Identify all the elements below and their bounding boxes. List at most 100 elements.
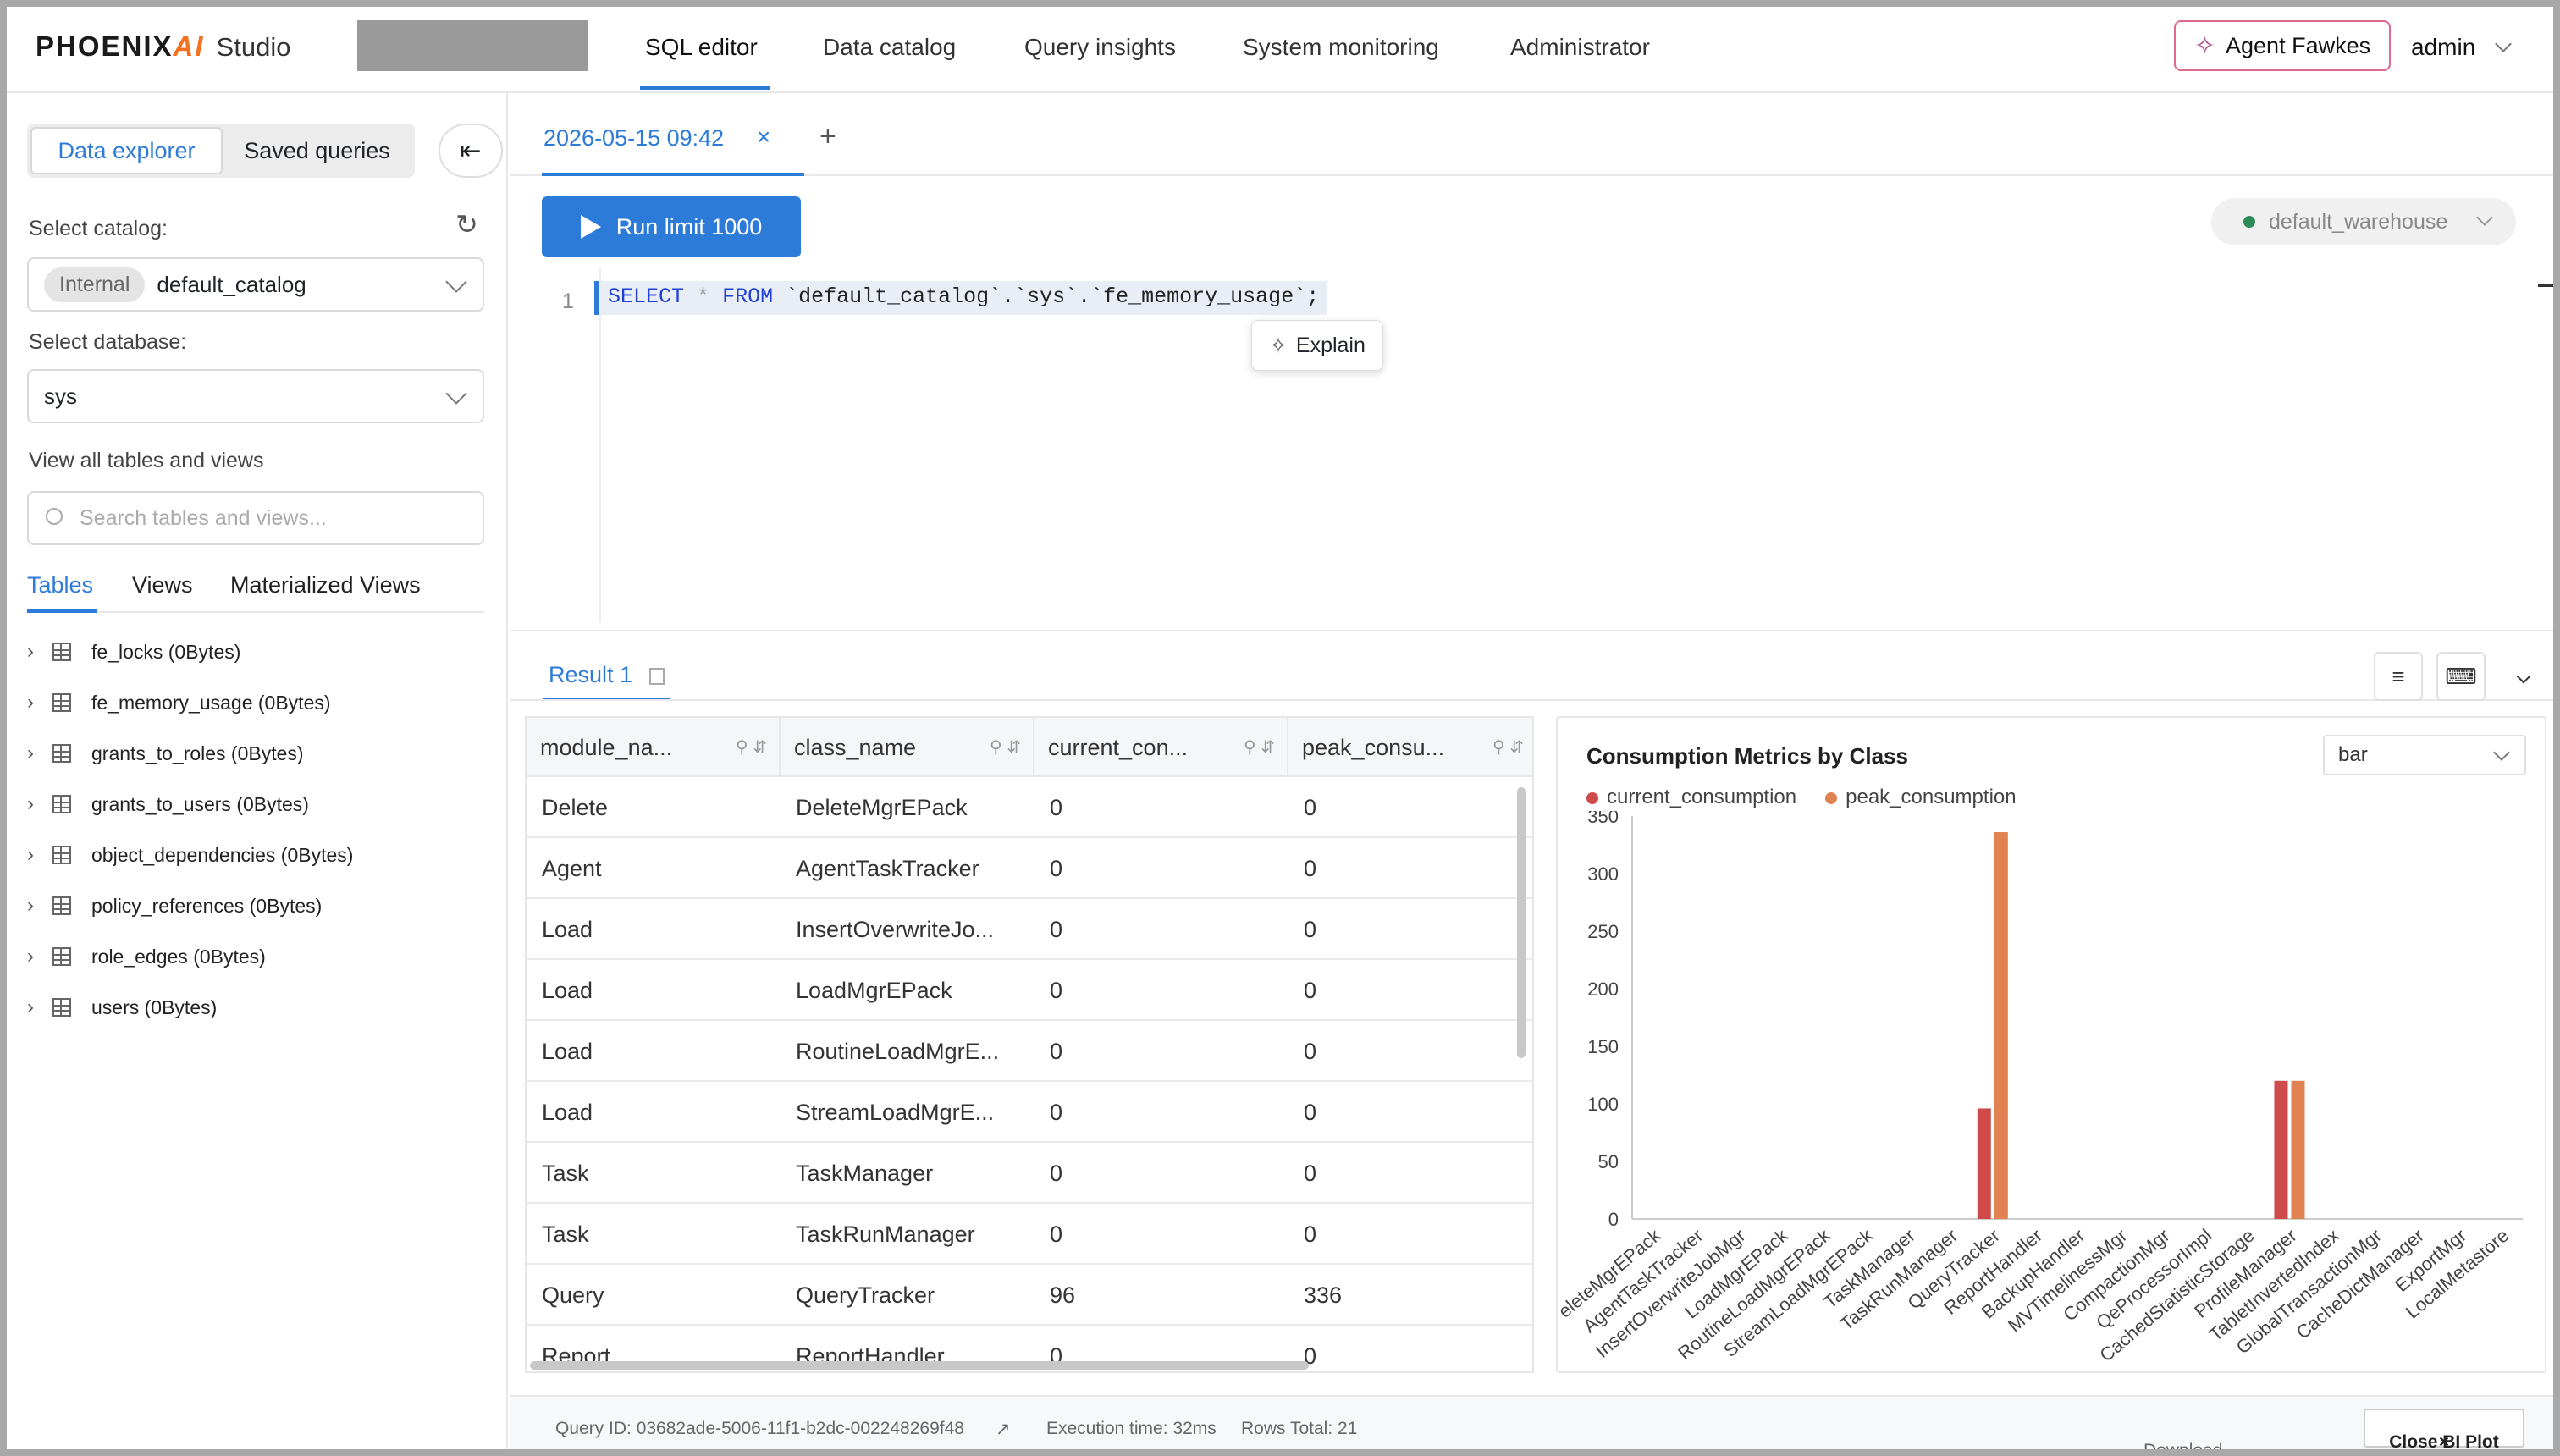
- expand-button[interactable]: [2499, 652, 2548, 701]
- tree-item[interactable]: › object_dependencies (0Bytes): [27, 830, 484, 880]
- legend-item[interactable]: peak_consumption: [1825, 786, 2017, 809]
- run-button[interactable]: Run limit 1000: [542, 196, 801, 257]
- horizontal-scrollbar[interactable]: [530, 1361, 1309, 1370]
- chevron-right-icon[interactable]: ›: [27, 640, 52, 664]
- result-tab[interactable]: Result 1: [549, 662, 665, 688]
- table-cell: 0: [1304, 1039, 1317, 1064]
- table-cell: 96: [1050, 1282, 1076, 1308]
- tree-item[interactable]: › fe_memory_usage (0Bytes): [27, 677, 484, 728]
- editor-divider[interactable]: [510, 630, 2553, 631]
- table-cell: LoadMgrEPack: [796, 978, 952, 1003]
- nav-data-catalog[interactable]: Data catalog: [823, 34, 956, 61]
- table-row[interactable]: Query QueryTracker 96 336: [527, 1265, 1532, 1326]
- chevron-right-icon[interactable]: ›: [27, 742, 52, 765]
- table-row[interactable]: Load StreamLoadMgrE... 0 0: [527, 1082, 1532, 1143]
- sidebar: Data explorer Saved queries ⇤ Select cat…: [7, 93, 508, 1449]
- table-cell: InsertOverwriteJo...: [796, 917, 995, 942]
- explain-button[interactable]: ✧ Explain: [1251, 320, 1383, 371]
- column-header[interactable]: module_na... ⚲ ⇵: [527, 718, 781, 777]
- tree-item[interactable]: › role_edges (0Bytes): [27, 931, 484, 982]
- table-cell: 0: [1050, 1222, 1063, 1247]
- legend-item[interactable]: current_consumption: [1586, 786, 1796, 809]
- table-cell: 0: [1050, 978, 1063, 1003]
- table-cell: Task: [542, 1161, 589, 1186]
- view-all-tables-link[interactable]: View all tables and views: [29, 449, 263, 473]
- nav-administrator[interactable]: Administrator: [1510, 34, 1650, 61]
- tab-views[interactable]: Views: [132, 572, 193, 598]
- chevron-right-icon[interactable]: ›: [27, 843, 52, 867]
- table-icon: [52, 846, 71, 864]
- table-cell: AgentTaskTracker: [796, 856, 979, 881]
- table-row[interactable]: Delete DeleteMgrEPack 0 0: [527, 777, 1532, 838]
- execution-time: Execution time: 32ms: [1046, 1419, 1217, 1438]
- close-bi-plot-button[interactable]: × Close BI Plot: [2364, 1409, 2524, 1449]
- bar[interactable]: [1977, 1108, 1991, 1219]
- external-link-icon[interactable]: ↗: [996, 1419, 1011, 1440]
- keyboard-button[interactable]: ⌨: [2436, 652, 2486, 701]
- table-cell: 0: [1304, 795, 1317, 820]
- collapse-sidebar-button[interactable]: ⇤: [439, 124, 503, 178]
- catalog-select[interactable]: Internal default_catalog: [27, 257, 484, 312]
- column-header[interactable]: peak_consu... ⚲ ⇵: [1288, 718, 1532, 777]
- chevron-right-icon[interactable]: ›: [27, 894, 52, 918]
- bi-plot-panel: Consumption Metrics by Class bar current…: [1556, 716, 2546, 1373]
- query-tab-indicator: [542, 173, 804, 176]
- nav-system-monitoring[interactable]: System monitoring: [1243, 34, 1439, 61]
- nav-sql-editor[interactable]: SQL editor: [645, 34, 758, 61]
- table-row[interactable]: Task TaskRunManager 0 0: [527, 1204, 1532, 1265]
- chevron-down-icon: [445, 383, 467, 405]
- table-row[interactable]: Task TaskManager 0 0: [527, 1143, 1532, 1204]
- table-row[interactable]: Load LoadMgrEPack 0 0: [527, 960, 1532, 1021]
- table-icon: [52, 744, 71, 763]
- tab-materialized-views[interactable]: Materialized Views: [230, 572, 421, 598]
- tree-item[interactable]: › grants_to_users (0Bytes): [27, 779, 484, 830]
- chevron-right-icon[interactable]: ›: [27, 691, 52, 714]
- table-row[interactable]: Agent AgentTaskTracker 0 0: [527, 838, 1532, 899]
- table-cell: Load: [542, 917, 593, 942]
- tree-item[interactable]: › policy_references (0Bytes): [27, 880, 484, 931]
- table-row[interactable]: Load RoutineLoadMgrE... 0 0: [527, 1021, 1532, 1082]
- chart-type-select[interactable]: bar: [2323, 735, 2526, 775]
- chevron-right-icon[interactable]: ›: [27, 995, 52, 1019]
- chevron-right-icon[interactable]: ›: [27, 792, 52, 816]
- tab-saved-queries[interactable]: Saved queries: [223, 127, 411, 174]
- tree-item[interactable]: › users (0Bytes): [27, 982, 484, 1033]
- table-cell: 0: [1304, 917, 1317, 942]
- table-cell: Load: [542, 1039, 593, 1064]
- user-menu[interactable]: admin: [2411, 34, 2512, 61]
- database-select[interactable]: sys: [27, 369, 484, 423]
- table-row[interactable]: Load InsertOverwriteJo... 0 0: [527, 899, 1532, 960]
- wrap-text-button[interactable]: ≡: [2374, 652, 2423, 701]
- refresh-icon[interactable]: ↻: [455, 208, 478, 240]
- chevron-right-icon[interactable]: ›: [27, 945, 52, 968]
- agent-button[interactable]: ✧ Agent Fawkes: [2174, 20, 2391, 71]
- vertical-scrollbar[interactable]: [1517, 787, 1526, 1058]
- bar[interactable]: [2274, 1080, 2288, 1219]
- table-cell: 0: [1050, 1039, 1063, 1064]
- table-cell: TaskManager: [796, 1161, 934, 1186]
- table-icon: [52, 998, 71, 1017]
- table-cell: Load: [542, 978, 593, 1003]
- sql-code-line[interactable]: SELECT * FROM `default_catalog`.`sys`.`f…: [594, 281, 1328, 315]
- tab-data-explorer[interactable]: Data explorer: [30, 127, 223, 174]
- y-tick-label: 250: [1587, 921, 1619, 942]
- close-icon[interactable]: ×: [757, 124, 770, 151]
- table-cell: Task: [542, 1222, 589, 1247]
- query-id: Query ID: 03682ade-5006-11f1-b2dc-002248…: [555, 1419, 964, 1438]
- status-dot: [2243, 216, 2255, 228]
- tree-item[interactable]: › fe_locks (0Bytes): [27, 626, 484, 677]
- query-tab[interactable]: 2026-05-15 09:42: [543, 125, 724, 152]
- tree-item[interactable]: › grants_to_roles (0Bytes): [27, 728, 484, 779]
- table-icon: [52, 693, 71, 712]
- search-input[interactable]: Search tables and views...: [27, 491, 484, 545]
- nav-query-insights[interactable]: Query insights: [1024, 34, 1176, 61]
- table-cell: Agent: [542, 856, 602, 881]
- bar[interactable]: [2291, 1080, 2305, 1219]
- add-tab-button[interactable]: +: [819, 120, 836, 153]
- tab-tables[interactable]: Tables: [27, 572, 93, 598]
- column-header[interactable]: class_name ⚲ ⇵: [781, 718, 1034, 777]
- bar[interactable]: [1994, 832, 2008, 1219]
- column-header[interactable]: current_con... ⚲ ⇵: [1034, 718, 1288, 777]
- warehouse-select[interactable]: default_warehouse: [2211, 198, 2516, 245]
- table-icon: [52, 643, 71, 661]
